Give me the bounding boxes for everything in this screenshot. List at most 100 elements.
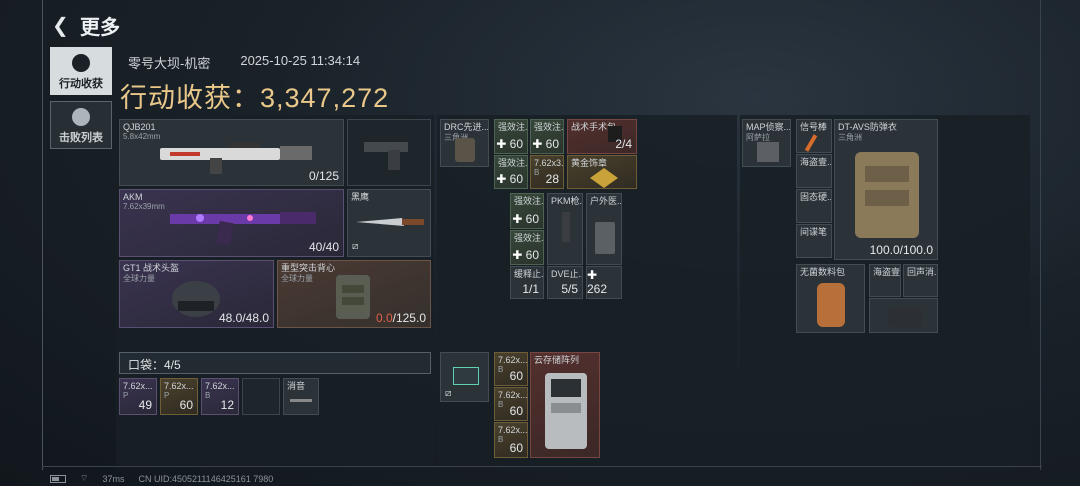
tab-label: 行动收获 xyxy=(59,78,103,90)
item-count-value: 60 xyxy=(509,172,523,186)
backpack-item[interactable]: 7.62x... B 60 xyxy=(494,352,528,386)
pocket-item-empty[interactable] xyxy=(242,378,280,415)
item-count: 12 xyxy=(220,398,234,412)
battery-icon xyxy=(50,474,66,483)
item-count-value: 60 xyxy=(509,137,523,151)
item-count: ✚ 60 xyxy=(512,212,539,226)
ammo-type: B xyxy=(205,391,211,400)
helmet-brand: 全球力量 xyxy=(123,274,155,283)
item-count: 49 xyxy=(138,398,152,412)
map-icon xyxy=(757,142,779,162)
skull-icon xyxy=(72,108,90,126)
rig-item[interactable]: 强效注... ✚ 60 xyxy=(494,155,528,189)
backpack-item[interactable]: 云存储阵列 xyxy=(530,352,600,458)
pocket-item[interactable]: 7.62x... P 60 xyxy=(160,378,198,415)
item-name: 强效注... xyxy=(534,122,564,132)
item-name: 强效注... xyxy=(514,233,544,243)
rig-item[interactable]: PKM枪... xyxy=(547,193,583,265)
rig-item[interactable]: 缓释止... 1/1 xyxy=(510,266,544,299)
raid-meta: 零号大坝-机密 2025-10-25 11:34:14 xyxy=(128,53,360,72)
item-name: 间谍笔 xyxy=(800,227,828,237)
raid-datetime: 2025-10-25 11:34:14 xyxy=(240,53,361,68)
backpack-item[interactable]: 7.62x... B 60 xyxy=(494,422,528,458)
pocket-item[interactable]: 7.62x... P 49 xyxy=(119,378,157,415)
item-count-value: 60 xyxy=(545,137,559,151)
item-name: 7.62x... xyxy=(164,381,194,391)
rig-item[interactable]: 强效注... ✚ 60 xyxy=(510,193,544,229)
safebox-item[interactable]: 回声消... xyxy=(903,264,938,297)
item-name: 海盗壹... xyxy=(873,267,901,277)
chest-rig-slot[interactable]: DRC先进... 三角洲 xyxy=(440,119,489,167)
pockets-label: 口袋：4/5 xyxy=(128,358,181,372)
safebox-item[interactable]: 信号棒 xyxy=(796,119,832,153)
safebox-item[interactable] xyxy=(869,298,938,333)
rig-item[interactable]: 强效注... ✚ 60 xyxy=(510,230,544,265)
medkit-icon xyxy=(595,222,615,254)
ammo-count: 0/125 xyxy=(308,169,339,183)
item-name: 缓释止... xyxy=(514,269,544,279)
backpack-slot[interactable]: ⧄ xyxy=(440,352,489,402)
helmet-icon xyxy=(172,281,220,317)
rig-item[interactable]: ✚ 262 xyxy=(586,266,622,299)
safebox-item[interactable]: 海盗壹... xyxy=(869,264,901,297)
item-count-value: 60 xyxy=(525,248,539,262)
body-armor-slot[interactable]: DT-AVS防弹衣 三角洲 100.0/100.0 xyxy=(834,119,938,260)
rig-item[interactable]: 战术手术包 2/4 xyxy=(567,119,637,154)
no-drop-icon: ⧄ xyxy=(352,241,359,252)
akm-rifle-icon xyxy=(170,212,316,246)
ping: 37ms xyxy=(102,473,125,484)
item-count: 2/4 xyxy=(615,137,632,151)
frame-left-border xyxy=(42,0,43,470)
primary-weapon-slot[interactable]: QJB201 5.8x42mm 0/125 xyxy=(119,119,344,186)
item-count: ✚ 262 xyxy=(587,268,608,296)
uid: CN UID:4505211146425161 7980 xyxy=(138,473,274,484)
target-icon xyxy=(72,54,90,72)
pockets-header: 口袋：4/5 xyxy=(119,352,431,374)
body-armor-icon xyxy=(855,152,919,238)
tab-kill-list[interactable]: 击败列表 xyxy=(50,101,112,149)
item-count: 60 xyxy=(509,404,523,418)
rig-item[interactable]: 强效注... ✚ 60 xyxy=(530,119,564,154)
rig-item[interactable]: 7.62x3... B 28 xyxy=(530,155,564,189)
item-name: 云存储阵列 xyxy=(534,355,580,365)
map-item[interactable]: MAP侦察... 阿萨拉 xyxy=(742,119,791,167)
item-count: 5/5 xyxy=(561,282,578,296)
item-name: 强效注... xyxy=(498,122,528,132)
frame-bottom-border xyxy=(42,466,1042,467)
item-name: 强效注... xyxy=(498,158,528,168)
haul-value: 3,347,272 xyxy=(260,83,390,113)
ammo-type: P xyxy=(164,391,170,400)
helmet-slot[interactable]: GT1 战术头盔 全球力量 48.0/48.0 xyxy=(119,260,274,328)
rig-icon xyxy=(455,138,475,162)
safebox-item[interactable]: 固态硬... xyxy=(796,189,832,223)
status-bar: ⌔ 37ms CN UID:4505211146425161 7980 xyxy=(50,473,273,484)
item-count: 1/1 xyxy=(522,282,539,296)
pocket-item[interactable]: 消音 xyxy=(283,378,319,415)
armor-slot[interactable]: 重型突击背心 全球力量 0.0/125.0 xyxy=(277,260,431,328)
rig-item[interactable]: 黄金饰章 xyxy=(567,155,637,189)
rig-item[interactable]: 户外医... xyxy=(586,193,622,265)
weapon-caliber: 7.62x39mm xyxy=(123,202,165,211)
safebox-item[interactable]: 海盗壹... xyxy=(796,154,832,188)
item-name: DVE止... xyxy=(551,269,583,279)
pocket-item[interactable]: 7.62x... B 12 xyxy=(201,378,239,415)
helmet-durability: 48.0/48.0 xyxy=(218,311,269,325)
backpack-icon xyxy=(453,367,479,385)
secondary-weapon-slot[interactable]: AKM 7.62x39mm 40/40 xyxy=(119,189,344,257)
melee-slot[interactable]: 黑鹰 ⧄ xyxy=(347,189,431,257)
ammo-type: B xyxy=(498,400,504,409)
ammo-count: 40/40 xyxy=(308,240,339,254)
back-button[interactable]: ❮ 更多 xyxy=(52,11,120,40)
tab-raid-haul[interactable]: 行动收获 xyxy=(50,47,112,95)
backpack-item[interactable]: 7.62x... B 60 xyxy=(494,387,528,421)
ammo-type: B xyxy=(498,435,504,444)
safebox-item[interactable]: 间谍笔 xyxy=(796,224,832,258)
rig-item[interactable]: 强效注... ✚ 60 xyxy=(494,119,528,154)
rifle-icon xyxy=(160,142,312,174)
rig-item[interactable]: DVE止... 5/5 xyxy=(547,266,583,299)
pistol-slot[interactable] xyxy=(347,119,431,186)
item-name: MAP侦察... xyxy=(746,122,791,132)
lamp-icon xyxy=(817,283,845,327)
safebox-item[interactable]: 无菌数料包 xyxy=(796,264,865,333)
item-name: 消音 xyxy=(287,381,306,391)
